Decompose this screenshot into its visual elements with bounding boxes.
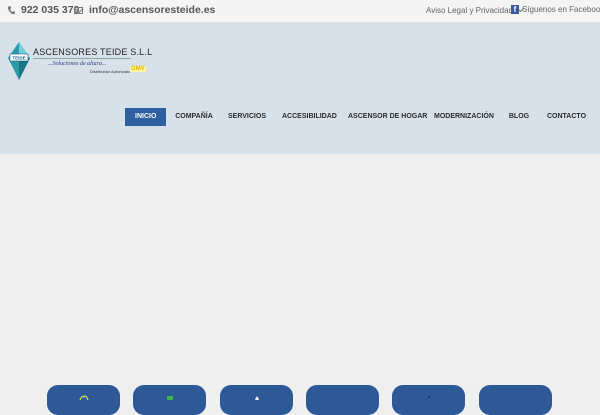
phone-number: 922 035 370 bbox=[21, 4, 80, 16]
nav-item-accesibilidad[interactable]: ACCESIBILIDAD bbox=[282, 108, 337, 126]
service-tile[interactable] bbox=[306, 385, 379, 415]
email-contact[interactable]: info@ascensoresteide.es bbox=[74, 4, 215, 16]
service-tiles bbox=[0, 385, 600, 415]
logo-emblem-text: TEIDE bbox=[12, 56, 25, 61]
service-tile[interactable] bbox=[479, 385, 552, 415]
mail-icon bbox=[74, 6, 83, 14]
service-tile[interactable] bbox=[47, 385, 120, 415]
service-tile[interactable] bbox=[220, 385, 293, 415]
email-address: info@ascensoresteide.es bbox=[89, 4, 216, 16]
service-tile[interactable] bbox=[392, 385, 465, 415]
top-bar: 922 035 370 info@ascensoresteide.es Avis… bbox=[0, 0, 600, 23]
service-icon bbox=[78, 395, 89, 400]
logo-emblem: TEIDE bbox=[8, 42, 30, 80]
legal-link[interactable]: Aviso Legal y Privacidad bbox=[426, 4, 525, 15]
legal-link-label: Aviso Legal y Privacidad bbox=[426, 6, 514, 15]
service-icon bbox=[166, 396, 173, 400]
site-header: TEIDE ASCENSORES TEIDE S.L.L ...Solucion… bbox=[0, 23, 600, 154]
logo-tagline: ...Soluciones de altura... bbox=[48, 61, 107, 67]
service-tile[interactable] bbox=[133, 385, 206, 415]
nav-item-blog[interactable]: BLOG bbox=[508, 108, 530, 126]
nav-item-inicio[interactable]: INICIO bbox=[125, 108, 166, 126]
logo-distributor: Distribuidor Autorizado bbox=[90, 69, 131, 74]
facebook-link-label: Síguenos en Facebook bbox=[522, 5, 600, 14]
nav-item-modernizacion[interactable]: MODERNIZACIÓN bbox=[434, 108, 494, 126]
service-icon bbox=[427, 396, 430, 398]
logo-title: ASCENSORES TEIDE S.L.L bbox=[33, 47, 153, 57]
logo-divider bbox=[33, 58, 131, 59]
partner-logo: GMV bbox=[130, 66, 146, 72]
nav-item-contacto[interactable]: CONTACTO bbox=[547, 108, 586, 126]
phone-icon bbox=[8, 5, 15, 14]
main-nav: INICIO COMPAÑÍA SERVICIOS ACCESIBILIDAD … bbox=[0, 108, 600, 126]
service-icon bbox=[254, 396, 259, 400]
nav-item-servicios[interactable]: SERVICIOS bbox=[228, 108, 266, 126]
site-logo[interactable]: TEIDE ASCENSORES TEIDE S.L.L ...Solucion… bbox=[8, 42, 153, 100]
phone-contact[interactable]: 922 035 370 bbox=[8, 4, 79, 16]
facebook-link[interactable]: f Síguenos en Facebook bbox=[511, 5, 600, 14]
nav-item-compania[interactable]: COMPAÑÍA bbox=[174, 108, 214, 126]
nav-item-ascensor-de-hogar[interactable]: ASCENSOR DE HOGAR bbox=[348, 108, 427, 126]
facebook-icon: f bbox=[511, 5, 519, 14]
